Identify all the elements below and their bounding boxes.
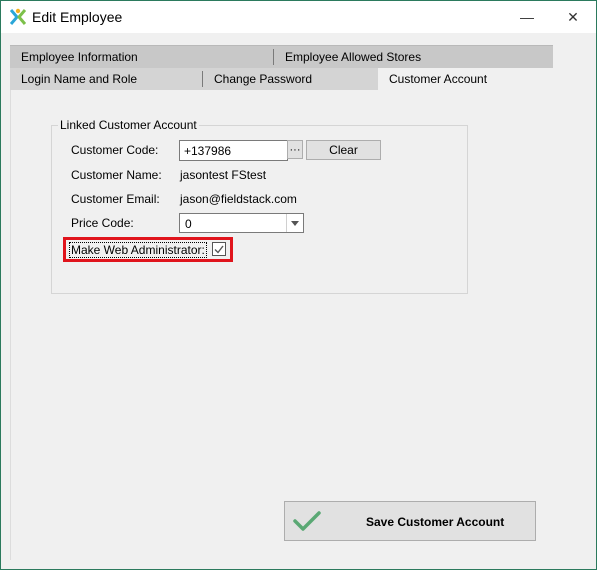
title-bar: Edit Employee — ✕ xyxy=(1,1,596,33)
customer-code-label: Customer Code: xyxy=(71,143,159,157)
price-code-select[interactable]: 0 xyxy=(179,213,304,233)
tab-divider xyxy=(202,71,203,87)
edit-employee-window: Edit Employee — ✕ Employee Information E… xyxy=(0,0,597,570)
tab-employee-allowed-stores[interactable]: Employee Allowed Stores xyxy=(285,50,421,64)
make-web-administrator-checkbox[interactable] xyxy=(212,242,226,256)
tab-employee-information[interactable]: Employee Information xyxy=(21,50,138,64)
tab-divider xyxy=(273,49,274,65)
window-title: Edit Employee xyxy=(32,9,123,25)
tab-row-upper: Employee Information Employee Allowed St… xyxy=(10,45,553,69)
clear-button-label: Clear xyxy=(329,143,358,157)
customer-code-value: +137986 xyxy=(184,144,232,158)
customer-email-label: Customer Email: xyxy=(71,192,160,206)
tab-change-password[interactable]: Change Password xyxy=(214,72,312,86)
green-check-icon xyxy=(293,511,321,531)
close-button[interactable]: ✕ xyxy=(550,1,596,33)
customer-name-value: jasontest FStest xyxy=(180,168,267,182)
ellipsis-icon: ··· xyxy=(289,143,301,156)
minimize-icon: — xyxy=(520,9,534,25)
tab-customer-account-label: Customer Account xyxy=(389,72,488,86)
save-customer-account-label: Save Customer Account xyxy=(366,515,505,529)
minimize-button[interactable]: — xyxy=(504,1,550,33)
price-code-label: Price Code: xyxy=(71,216,134,230)
customer-email-value: jason@fieldstack.com xyxy=(180,192,297,206)
tab-customer-account[interactable]: Customer Account xyxy=(378,68,553,91)
tab-row-lower: Login Name and Role Change Password Cust… xyxy=(10,68,553,91)
checkmark-icon xyxy=(214,245,224,254)
customer-name-label: Customer Name: xyxy=(71,168,162,182)
chevron-down-icon[interactable] xyxy=(286,214,303,232)
fieldstack-logo-icon xyxy=(10,8,26,25)
browse-customer-button[interactable]: ··· xyxy=(287,140,303,159)
price-code-value: 0 xyxy=(185,217,192,231)
tab-login-name-and-role[interactable]: Login Name and Role xyxy=(21,72,137,86)
save-customer-account-button[interactable]: Save Customer Account xyxy=(284,501,536,541)
customer-code-input[interactable]: +137986 xyxy=(179,140,288,161)
make-web-administrator-label: Make Web Administrator: xyxy=(69,242,207,258)
group-legend: Linked Customer Account xyxy=(58,118,199,132)
close-icon: ✕ xyxy=(567,8,579,25)
clear-button[interactable]: Clear xyxy=(306,140,381,160)
